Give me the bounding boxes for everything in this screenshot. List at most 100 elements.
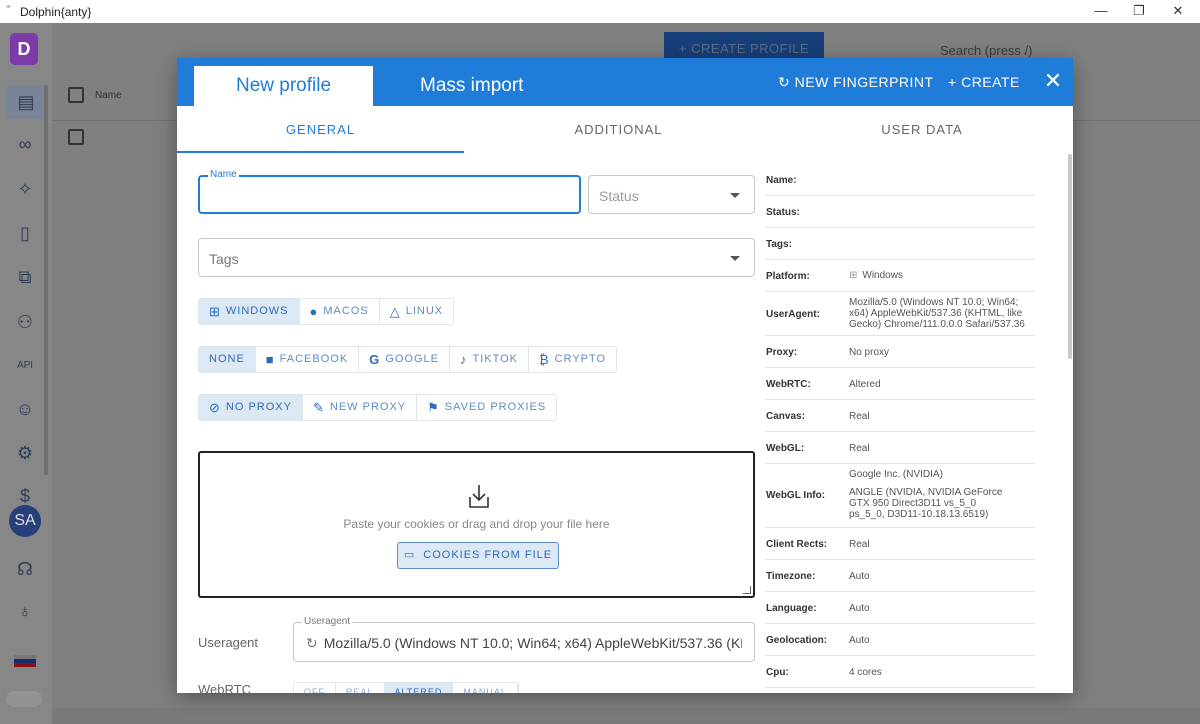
sidebar-scrollbar[interactable] [44,85,48,475]
useragent-input[interactable]: Useragent ↻ Mozilla/5.0 (Windows NT 10.0;… [293,616,755,662]
os-macos-option[interactable]: ● MACOS [300,299,380,324]
create-button[interactable]: + CREATE [948,72,1020,92]
apple-icon: ● [309,304,319,319]
summary-row-canvas: Canvas: Real [765,400,1035,432]
support-headset-icon[interactable]: ☊ [14,558,36,580]
dialog-scrollbar[interactable] [1068,154,1072,359]
new-fingerprint-label: NEW FINGERPRINT [794,74,934,90]
summary-key: Client Rects: [766,539,828,550]
saved-proxies-option[interactable]: ⚑ SAVED PROXIES [417,395,556,420]
no-proxy-icon: ⊘ [209,400,221,415]
api-icon[interactable]: API [14,355,36,377]
platform-google-label: GOOGLE [385,353,439,365]
tags-select[interactable]: Tags [198,238,755,277]
summary-key: WebGL Info: [766,490,826,501]
bitcoin-icon: ₿ [539,352,550,367]
summary-key: Tags: [766,239,792,250]
summary-row-name: Name: [765,164,1035,196]
file-icon: ▭ [403,549,416,561]
new-fingerprint-button[interactable]: ↻ NEW FINGERPRINT [778,72,934,92]
new-proxy-label: NEW PROXY [329,401,407,413]
summary-value: Real [849,411,870,422]
sparkle-icon[interactable]: ✧ [14,178,36,200]
os-windows-option[interactable]: ⊞ WINDOWS [199,299,300,324]
tab-additional[interactable]: ADDITIONAL [475,106,762,154]
summary-value-detail: ANGLE (NVIDIA, NVIDIA GeForce GTX 950 Di… [849,487,1003,520]
create-label: CREATE [961,74,1020,90]
useragent-label: Useragent [198,635,258,650]
windows-icon: ⊞ [209,304,221,319]
summary-key: Cpu: [766,667,789,678]
bg-select-all-checkbox[interactable] [68,87,84,103]
summary-row-cpu: Cpu: 4 cores [765,656,1035,688]
language-flag-icon[interactable] [14,655,36,667]
lightbulb-icon[interactable]: ♁ [14,600,36,622]
bg-search-input[interactable]: Search (press /) [940,43,1032,58]
extensions-icon[interactable]: ⧉ [14,266,36,288]
name-input[interactable]: Name [198,169,581,214]
saved-proxies-label: SAVED PROXIES [444,401,547,413]
restore-button[interactable]: ❐ [1124,2,1154,20]
summary-value: ⊞ Windows [849,270,903,281]
webrtc-altered-option[interactable]: ALTERED [384,683,454,693]
browser-profiles-icon[interactable]: ▤ [6,85,46,119]
window-close-button[interactable]: ✕ [1163,2,1193,20]
close-icon[interactable]: ✕ [1043,69,1063,93]
tab-general[interactable]: GENERAL [177,106,464,154]
cookies-hint: Paste your cookies or drag and drop your… [343,517,610,531]
refresh-icon: ↻ [778,74,791,90]
webrtc-off-option[interactable]: OFF [294,683,336,693]
status-select[interactable]: Status [588,175,755,214]
summary-value: Real [849,539,870,550]
summary-row-platform: Platform: ⊞ Windows [765,260,1035,292]
webrtc-manual-option[interactable]: MANUAL [453,683,518,693]
summary-key: Status: [766,207,800,218]
useragent-value-row: ↻ Mozilla/5.0 (Windows NT 10.0; Win64; x6… [306,635,742,652]
robot-icon[interactable]: ☺ [14,398,36,420]
tab-mass-import[interactable]: Mass import [420,66,523,106]
cookies-from-file-button[interactable]: ▭ COOKIES FROM FILE [397,542,559,569]
app-icon: ⁼ [6,3,11,13]
facebook-icon: ■ [265,352,275,367]
users-icon[interactable]: ⚇ [14,311,36,333]
platform-none-option[interactable]: NONE [199,347,256,372]
refresh-useragent-icon[interactable]: ↻ [306,635,318,651]
tab-new-profile[interactable]: New profile [194,66,373,106]
platform-google-option[interactable]: G GOOGLE [359,347,450,372]
summary-row-webgl: WebGL: Real [765,432,1035,464]
theme-toggle[interactable] [6,691,42,707]
cookies-textarea[interactable]: Paste your cookies or drag and drop your… [198,451,755,598]
no-proxy-option[interactable]: ⊘ NO PROXY [199,395,303,420]
summary-row-status: Status: [765,196,1035,228]
summary-key: Canvas: [766,411,805,422]
minimize-button[interactable]: — [1086,2,1116,20]
platform-crypto-option[interactable]: ₿ CRYPTO [529,347,616,372]
summary-key: WebGL: [766,443,805,454]
tiktok-icon: ♪ [459,352,468,367]
webrtc-selector: OFF REAL ALTERED MANUAL [293,682,519,693]
platform-facebook-option[interactable]: ■ FACEBOOK [256,347,360,372]
summary-value: Real [849,443,870,454]
link-icon[interactable]: ∞ [14,133,36,155]
bg-row-checkbox[interactable] [68,129,84,145]
summary-key: Platform: [766,271,810,282]
bg-name-column: Name [95,90,122,101]
summary-row-webgl-info: WebGL Info: Google Inc. (NVIDIA) ANGLE (… [765,464,1035,528]
dolphin-logo: D [10,33,38,65]
settings-icon[interactable]: ⚙ [14,442,36,464]
webrtc-real-option[interactable]: REAL [336,683,385,693]
tab-user-data[interactable]: USER DATA [777,106,1067,154]
new-proxy-option[interactable]: ✎ NEW PROXY [303,395,418,420]
summary-row-client-rects: Client Rects: Real [765,528,1035,560]
os-linux-option[interactable]: △ LINUX [380,299,453,324]
platform-tiktok-option[interactable]: ♪ TIKTOK [450,347,530,372]
billing-icon[interactable]: $ [14,485,36,507]
summary-value: Auto [849,635,870,646]
bookmark-icon[interactable]: ▯ [14,222,36,244]
sidebar: D ▤ ∞ ✧ ▯ ⧉ ⚇ API ☺ ⚙ $ SA ☊ ♁ [0,23,52,724]
summary-key: UserAgent: [766,309,820,320]
avatar[interactable]: SA [9,505,41,537]
name-label: Name [208,169,239,180]
resize-grip[interactable] [743,586,751,594]
summary-key: WebRTC: [766,379,811,390]
